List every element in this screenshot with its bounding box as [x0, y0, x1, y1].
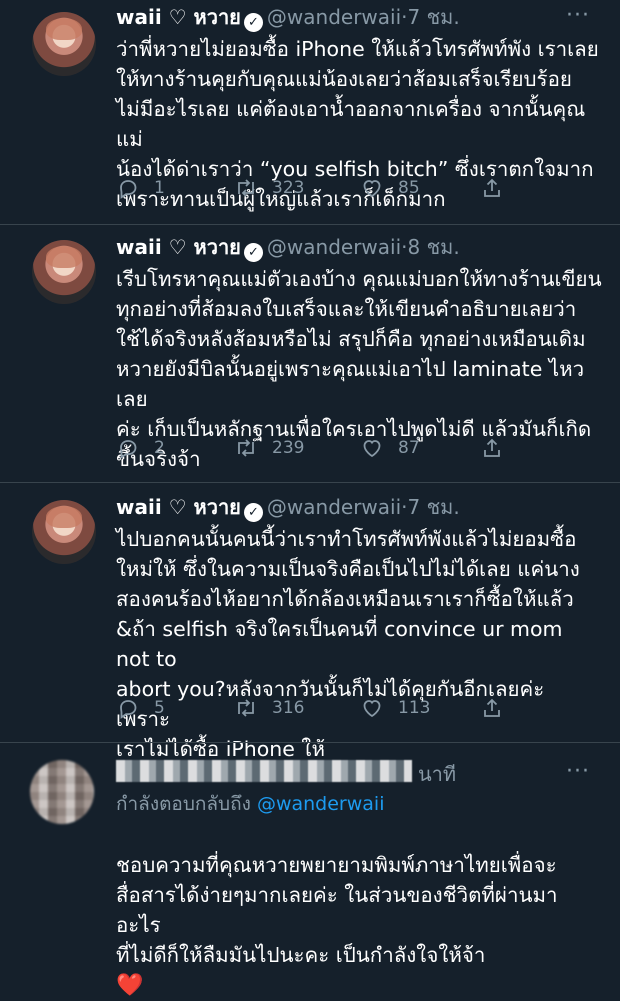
retweet-icon [238, 699, 254, 717]
reply-button[interactable]: 5 [116, 696, 165, 720]
tweet-actions: 1 323 85 [116, 176, 596, 202]
reply-count: 1 [154, 178, 165, 198]
retweet-icon [238, 439, 254, 457]
username[interactable]: @wanderwaii [267, 5, 401, 29]
like-count: 87 [398, 438, 420, 458]
share-button[interactable] [480, 696, 518, 720]
divider [0, 482, 620, 483]
red-heart-emoji: ❤️ [116, 973, 144, 998]
share-button[interactable] [480, 436, 518, 460]
more-options-icon[interactable]: ··· [566, 5, 590, 27]
heart-icon [363, 700, 381, 718]
display-name-blurred[interactable] [116, 760, 412, 782]
username[interactable]: @wanderwaii [267, 235, 401, 259]
display-name[interactable]: waii ♡ หวาย [116, 495, 241, 519]
divider [0, 742, 620, 743]
like-count: 85 [398, 178, 420, 198]
heart-icon [363, 180, 381, 198]
timestamp[interactable]: นาที [418, 758, 456, 790]
username[interactable]: @wanderwaii [267, 495, 401, 519]
reply-icon [120, 180, 137, 199]
like-button[interactable]: 85 [360, 176, 420, 200]
share-button[interactable] [480, 176, 518, 200]
share-icon [484, 438, 500, 457]
heart-icon [363, 440, 381, 458]
reply-text: ชอบความที่คุณหวายพยายามพิมพ์ภาษาไทยเพื่อ… [116, 820, 602, 1001]
reply-count: 2 [154, 438, 165, 458]
replying-to-label: กำลังตอบกลับถึง [116, 793, 251, 815]
like-count: 113 [398, 698, 431, 718]
retweet-button[interactable]: 323 [234, 176, 304, 200]
share-icon [484, 178, 500, 197]
tweet-actions: 5 316 113 [116, 696, 596, 722]
tweet-actions: 2 239 87 [116, 436, 596, 462]
share-icon [484, 698, 500, 717]
timestamp[interactable]: 7 ชม. [408, 5, 460, 29]
retweet-button[interactable]: 239 [234, 436, 304, 460]
replying-to: กำลังตอบกลับถึง @wanderwaii [116, 789, 384, 819]
mention-link[interactable]: @wanderwaii [257, 793, 385, 815]
timestamp[interactable]: 7 ชม. [408, 495, 460, 519]
reply-count: 5 [154, 698, 165, 718]
tweet-text: ไปบอกคนนั้นคนนี้ว่าเราทำโทรศัพท์พังแล้วไ… [116, 527, 580, 761]
timestamp[interactable]: 8 ชม. [408, 235, 460, 259]
reply-button[interactable]: 2 [116, 436, 165, 460]
verified-badge-icon: ✓ [243, 243, 263, 262]
like-button[interactable]: 87 [360, 436, 420, 460]
display-name[interactable]: waii ♡ หวาย [116, 5, 241, 29]
tweet-header: waii ♡ หวาย ✓ @wanderwaii·7 ชม. [116, 4, 460, 32]
reply-text-content: ชอบความที่คุณหวายพยายามพิมพ์ภาษาไทยเพื่อ… [116, 853, 558, 967]
retweet-count: 239 [272, 438, 305, 458]
avatar[interactable] [32, 500, 96, 564]
avatar[interactable] [32, 240, 96, 304]
retweet-icon [238, 179, 254, 197]
reply-button[interactable]: 1 [116, 176, 165, 200]
like-button[interactable]: 113 [360, 696, 430, 720]
tweet-header: waii ♡ หวาย ✓ @wanderwaii·8 ชม. [116, 234, 460, 262]
retweet-count: 323 [272, 178, 305, 198]
more-options-icon[interactable]: ··· [566, 761, 590, 783]
avatar-blurred[interactable] [30, 760, 94, 824]
verified-badge-icon: ✓ [243, 503, 263, 522]
verified-badge-icon: ✓ [243, 13, 263, 32]
tweet-header: waii ♡ หวาย ✓ @wanderwaii·7 ชม. [116, 494, 460, 522]
retweet-count: 316 [272, 698, 305, 718]
retweet-button[interactable]: 316 [234, 696, 304, 720]
reply-icon [120, 700, 137, 719]
divider [0, 224, 620, 225]
avatar[interactable] [32, 12, 96, 76]
reply-icon [120, 440, 137, 459]
display-name[interactable]: waii ♡ หวาย [116, 235, 241, 259]
